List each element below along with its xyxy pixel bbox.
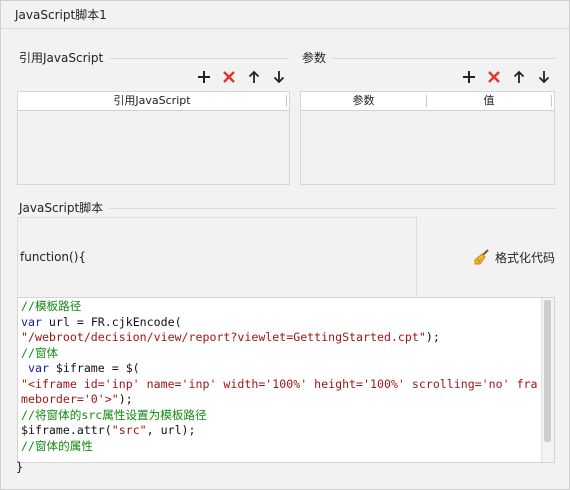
arrow-up-icon <box>248 70 260 83</box>
code-line[interactable]: "/webroot/decision/view/report?viewlet=G… <box>21 330 539 346</box>
code-token: "/webroot/decision/view/report?viewlet=G… <box>21 330 426 344</box>
delete-icon <box>223 71 235 83</box>
plus-icon <box>463 71 475 83</box>
ref-move-down-button[interactable] <box>271 69 287 85</box>
ref-table[interactable]: 引用JavaScript <box>17 91 290 185</box>
ref-add-button[interactable] <box>196 69 212 85</box>
code-token: //窗体的属性 <box>21 438 93 453</box>
params-table-header: 参数 值 <box>301 92 554 111</box>
code-token: $iframe.attr( <box>21 423 112 437</box>
format-code-label: 格式化代码 <box>495 250 556 265</box>
ref-delete-button[interactable] <box>221 69 237 85</box>
params-move-down-button[interactable] <box>536 69 552 85</box>
code-token: url = FR.cjkEncode( <box>41 314 182 329</box>
params-table[interactable]: 参数 值 <box>300 91 555 185</box>
ref-table-header: 引用JavaScript <box>18 92 289 111</box>
code-line[interactable]: $iframe.attr("src", url); <box>21 423 539 439</box>
arrow-down-icon <box>538 71 550 84</box>
column-separator <box>286 95 287 107</box>
code-token: ); <box>425 330 440 344</box>
vertical-scrollbar[interactable] <box>541 298 554 462</box>
param-value-column-header[interactable]: 值 <box>427 92 551 110</box>
code-editor[interactable]: //模板路径 var url = FR.cjkEncode("/webroot/d… <box>17 297 555 463</box>
code-line[interactable]: var $iframe = $( <box>21 361 539 377</box>
ref-section-divider <box>109 58 289 59</box>
scrollbar-thumb[interactable] <box>544 300 551 442</box>
code-line[interactable]: //将窗体的src属性设置为模板路径 <box>21 408 539 424</box>
code-line[interactable]: meborder='0'>"); <box>21 392 539 408</box>
code-token: //模板路径 <box>21 299 82 313</box>
ref-column-header[interactable]: 引用JavaScript <box>18 92 286 110</box>
column-separator <box>551 95 552 107</box>
code-token: //将窗体的src属性设置为模板路径 <box>21 407 207 422</box>
script-section-divider <box>109 208 556 209</box>
arrow-up-icon <box>513 70 525 83</box>
code-line[interactable]: //模板路径 <box>21 299 539 315</box>
code-token: //窗体 <box>21 345 59 360</box>
code-text[interactable]: //模板路径 var url = FR.cjkEncode("/webroot/d… <box>21 299 539 454</box>
code-token: var <box>21 361 49 375</box>
params-add-button[interactable] <box>461 69 477 85</box>
code-token: $iframe = $( <box>48 361 140 375</box>
code-token: ); <box>118 392 133 406</box>
function-header-area: function(){ <box>17 217 417 296</box>
code-line[interactable]: //窗体 <box>21 346 539 362</box>
params-section-label: 参数 <box>302 51 327 65</box>
script-section-label: JavaScript脚本 <box>19 201 104 215</box>
code-token: meborder='0'>" <box>21 392 119 406</box>
code-line[interactable]: //窗体的属性 <box>21 439 539 455</box>
params-section-divider <box>331 58 556 59</box>
ref-section-label: 引用JavaScript <box>19 51 104 65</box>
code-token: "<iframe id='inp' name='inp' width='100%… <box>21 376 538 391</box>
format-code-button[interactable]: 格式化代码 <box>473 248 555 266</box>
params-move-up-button[interactable] <box>511 69 527 85</box>
code-token: , url); <box>146 423 196 437</box>
delete-icon <box>488 71 500 83</box>
ref-move-up-button[interactable] <box>246 69 262 85</box>
dialog-frame: JavaScript脚本1 引用JavaScript 引用JavaScript … <box>0 0 570 490</box>
plus-icon <box>198 71 210 83</box>
arrow-down-icon <box>273 71 285 84</box>
broom-icon <box>474 249 489 265</box>
function-header: function(){ <box>20 250 87 264</box>
code-line[interactable]: "<iframe id='inp' name='inp' width='100%… <box>21 377 539 393</box>
code-line[interactable]: var url = FR.cjkEncode( <box>21 315 539 331</box>
params-delete-button[interactable] <box>486 69 502 85</box>
function-closing-brace: } <box>16 460 24 474</box>
code-token: var <box>21 314 42 329</box>
code-token: "src" <box>111 423 147 437</box>
window-title: JavaScript脚本1 <box>1 1 569 29</box>
param-name-column-header[interactable]: 参数 <box>301 92 426 110</box>
